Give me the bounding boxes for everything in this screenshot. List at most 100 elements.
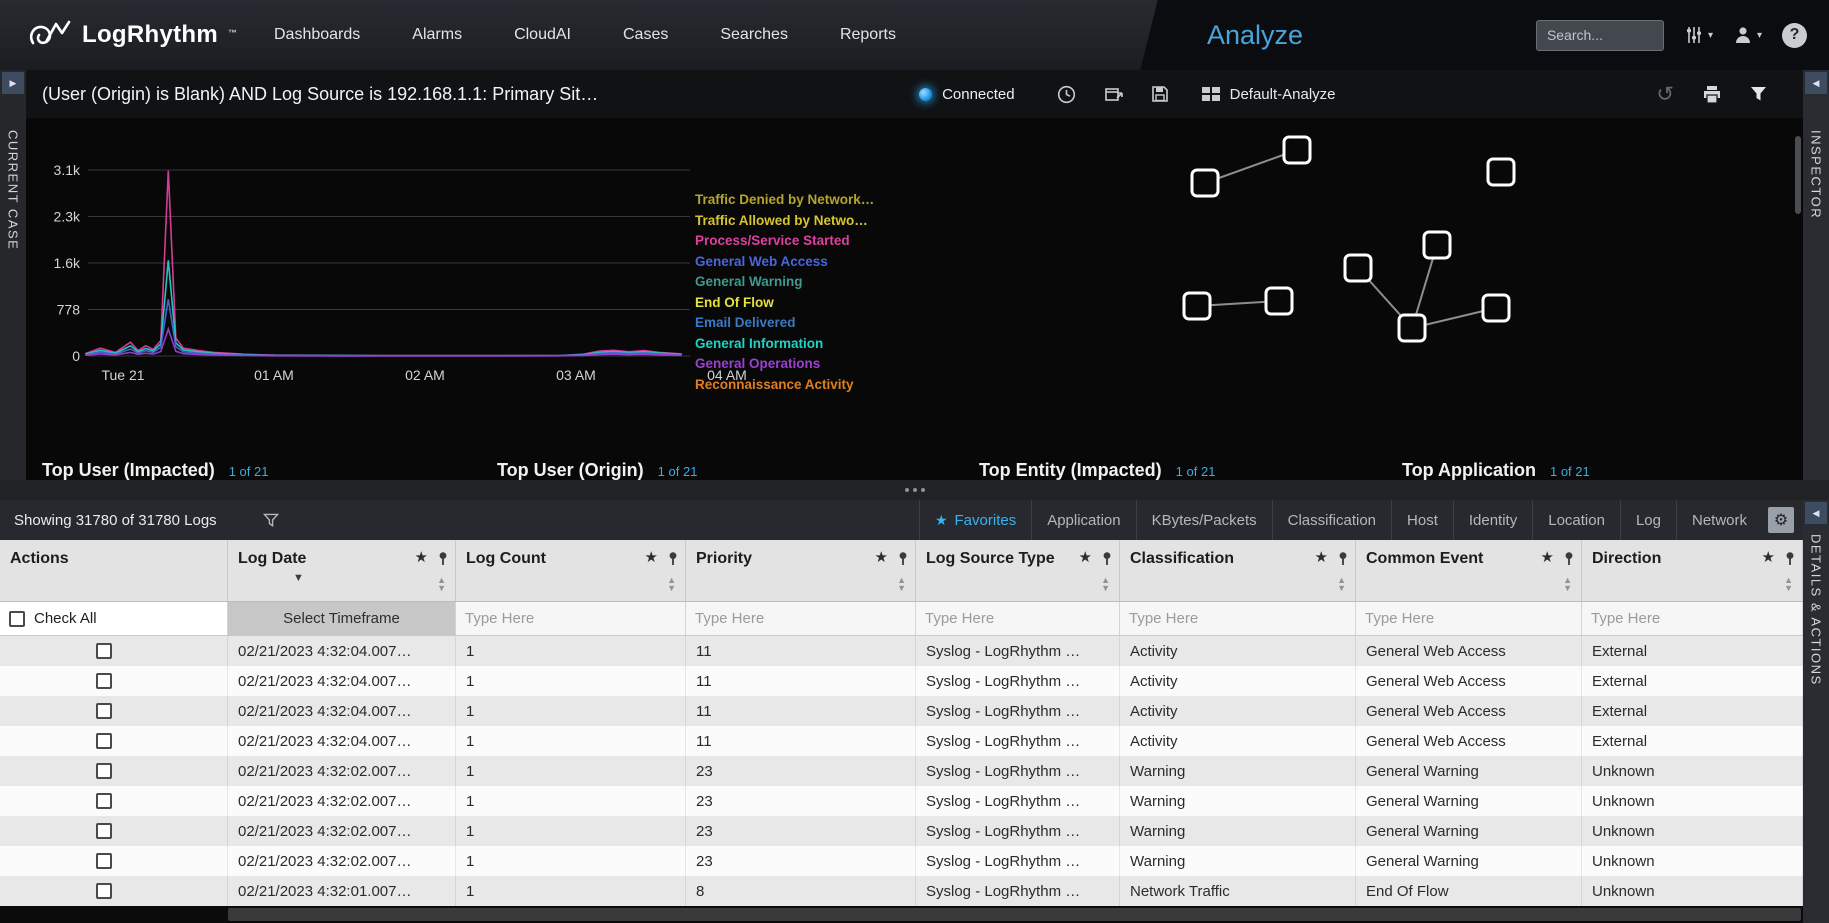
filter-button[interactable] <box>1750 86 1767 102</box>
star-icon[interactable]: ★ <box>1541 549 1554 567</box>
log-row[interactable]: 02/21/2023 4:32:02.007…123Syslog - LogRh… <box>0 846 1803 876</box>
filter-input[interactable]: Type Here <box>1582 602 1803 635</box>
filter-input[interactable]: Type Here <box>1120 602 1356 635</box>
graph-node[interactable] <box>1483 295 1509 321</box>
brand[interactable]: LogRhythm™ <box>0 18 258 52</box>
user-menu-button[interactable]: ▾ <box>1733 25 1762 45</box>
column-header-log-date[interactable]: Log Date★▲▼▼ <box>228 540 456 601</box>
entity-node-graph[interactable] <box>1126 118 1686 368</box>
pin-icon[interactable] <box>1337 551 1349 566</box>
column-header-direction[interactable]: Direction★▲▼ <box>1582 540 1803 601</box>
graph-node[interactable] <box>1266 288 1292 314</box>
nav-item-searches[interactable]: Searches <box>720 26 788 44</box>
layout-selector[interactable]: Default-Analyze <box>1201 86 1336 103</box>
sort-arrows[interactable]: ▲▼ <box>1337 576 1346 592</box>
preferences-button[interactable]: ▾ <box>1684 25 1713 45</box>
log-row[interactable]: 02/21/2023 4:32:02.007…123Syslog - LogRh… <box>0 756 1803 786</box>
row-checkbox[interactable] <box>96 673 112 689</box>
pin-icon[interactable] <box>897 551 909 566</box>
panel-resize-handle[interactable] <box>0 480 1829 500</box>
legend-item-general-information[interactable]: General Information <box>695 334 874 355</box>
row-checkbox[interactable] <box>96 643 112 659</box>
row-checkbox[interactable] <box>96 733 112 749</box>
log-row[interactable]: 02/21/2023 4:32:01.007…18Syslog - LogRhy… <box>0 876 1803 906</box>
nav-item-dashboards[interactable]: Dashboards <box>274 26 360 44</box>
pin-icon[interactable] <box>1101 551 1113 566</box>
pin-icon[interactable] <box>1784 551 1796 566</box>
grid-tab-favorites[interactable]: ★Favorites <box>919 500 1031 540</box>
grid-tab-network[interactable]: Network <box>1676 500 1762 540</box>
column-header-log-source-type[interactable]: Log Source Type★▲▼ <box>916 540 1120 601</box>
grid-filter-button[interactable] <box>263 513 279 528</box>
save-button[interactable] <box>1151 85 1169 103</box>
details-actions-panel-tab[interactable]: ◀ DETAILS & ACTIONS <box>1803 500 1829 923</box>
log-row[interactable]: 02/21/2023 4:32:04.007…111Syslog - LogRh… <box>0 696 1803 726</box>
star-icon[interactable]: ★ <box>645 549 658 567</box>
tab-analyze[interactable]: Analyze <box>1207 20 1303 51</box>
log-row[interactable]: 02/21/2023 4:32:02.007…123Syslog - LogRh… <box>0 816 1803 846</box>
graph-node[interactable] <box>1192 170 1218 196</box>
top-panel-link[interactable]: 1 of 21 <box>658 464 698 479</box>
sort-arrows[interactable]: ▲▼ <box>437 576 446 592</box>
column-header-actions[interactable]: Actions <box>0 540 228 601</box>
top-panel-link[interactable]: 1 of 21 <box>229 464 269 479</box>
horizontal-scrollbar[interactable] <box>0 906 1803 923</box>
graph-node[interactable] <box>1488 159 1514 185</box>
column-header-log-count[interactable]: Log Count★▲▼ <box>456 540 686 601</box>
grid-tab-kbytes-packets[interactable]: KBytes/Packets <box>1136 500 1272 540</box>
row-checkbox[interactable] <box>96 883 112 899</box>
grid-tab-classification[interactable]: Classification <box>1272 500 1391 540</box>
graph-node[interactable] <box>1424 232 1450 258</box>
row-checkbox[interactable] <box>96 823 112 839</box>
filter-input[interactable]: Type Here <box>686 602 916 635</box>
nav-item-reports[interactable]: Reports <box>840 26 896 44</box>
legend-item-end-of-flow[interactable]: End Of Flow <box>695 293 874 314</box>
filter-log-date[interactable]: Select Timeframe <box>228 602 456 635</box>
pin-icon[interactable] <box>667 551 679 566</box>
legend-item-general-warning[interactable]: General Warning <box>695 272 874 293</box>
vertical-scrollbar[interactable] <box>1795 136 1801 214</box>
grid-tab-application[interactable]: Application <box>1031 500 1135 540</box>
sort-arrows[interactable]: ▲▼ <box>1101 576 1110 592</box>
filter-input[interactable]: Type Here <box>456 602 686 635</box>
star-icon[interactable]: ★ <box>1315 549 1328 567</box>
help-button[interactable]: ? <box>1782 23 1807 48</box>
star-icon[interactable]: ★ <box>1762 549 1775 567</box>
grid-tab-host[interactable]: Host <box>1391 500 1453 540</box>
horizontal-scrollbar-handle[interactable] <box>228 908 1801 921</box>
current-case-panel-tab[interactable]: CURRENT CASE <box>0 118 26 480</box>
graph-node[interactable] <box>1345 255 1371 281</box>
check-all-checkbox[interactable] <box>9 611 25 627</box>
filter-input[interactable]: Type Here <box>916 602 1120 635</box>
grid-settings-button[interactable]: ⚙ <box>1768 507 1794 533</box>
legend-item-process-service-started[interactable]: Process/Service Started <box>695 231 874 252</box>
details-actions-toggle-button[interactable]: ◀ <box>1805 502 1827 524</box>
time-range-button[interactable] <box>1057 85 1076 104</box>
legend-item-reconnaissance-activity[interactable]: Reconnaissance Activity <box>695 375 874 396</box>
add-to-dashboard-button[interactable] <box>1104 85 1123 104</box>
pin-icon[interactable] <box>1563 551 1575 566</box>
column-header-priority[interactable]: Priority★▲▼ <box>686 540 916 601</box>
legend-item-general-operations[interactable]: General Operations <box>695 354 874 375</box>
sort-arrows[interactable]: ▲▼ <box>667 576 676 592</box>
row-checkbox[interactable] <box>96 763 112 779</box>
print-button[interactable] <box>1702 85 1722 104</box>
legend-item-general-web-access[interactable]: General Web Access <box>695 252 874 273</box>
inspector-toggle-button[interactable]: ◀ <box>1805 72 1827 94</box>
row-checkbox[interactable] <box>96 703 112 719</box>
row-checkbox[interactable] <box>96 793 112 809</box>
grid-tab-identity[interactable]: Identity <box>1453 500 1532 540</box>
log-row[interactable]: 02/21/2023 4:32:04.007…111Syslog - LogRh… <box>0 666 1803 696</box>
grid-tab-log[interactable]: Log <box>1620 500 1676 540</box>
log-row[interactable]: 02/21/2023 4:32:04.007…111Syslog - LogRh… <box>0 726 1803 756</box>
row-checkbox[interactable] <box>96 853 112 869</box>
nav-item-alarms[interactable]: Alarms <box>412 26 462 44</box>
search-input[interactable] <box>1536 20 1664 51</box>
graph-node[interactable] <box>1284 137 1310 163</box>
current-case-toggle-button[interactable]: ▶ <box>2 72 24 94</box>
log-row[interactable]: 02/21/2023 4:32:04.007…111Syslog - LogRh… <box>0 636 1803 666</box>
inspector-panel-tab[interactable]: INSPECTOR <box>1803 118 1829 480</box>
top-panel-link[interactable]: 1 of 21 <box>1176 464 1216 479</box>
sort-arrows[interactable]: ▲▼ <box>1563 576 1572 592</box>
legend-item-email-delivered[interactable]: Email Delivered <box>695 313 874 334</box>
